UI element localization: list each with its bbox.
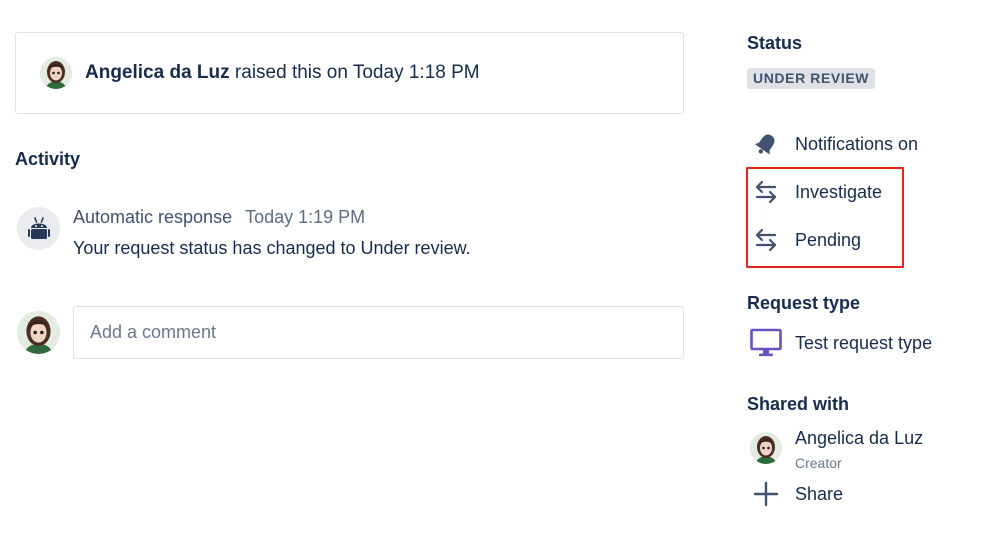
activity-text: Your request status has changed to Under… [73,238,471,258]
request-type: Test request type [750,327,932,359]
reporter-name[interactable]: Angelica da Luz [85,62,230,83]
share-label: Share [795,483,844,504]
shared-with-heading: Shared with [747,394,850,414]
activity-meta: Automatic response Today 1:19 PM [73,207,471,228]
bell-icon [750,128,782,160]
comment-row [17,306,684,359]
notifications-label: Notifications on [795,133,919,154]
pending-label: Pending [795,229,862,250]
shared-person-role: Creator [795,455,842,471]
activity-item: Automatic response Today 1:19 PM Your re… [17,207,677,259]
activity-heading: Activity [15,149,81,169]
transition-arrows-icon [750,176,782,208]
shared-person: Angelica da Luz Creator [750,428,923,471]
notifications-toggle[interactable]: Notifications on [750,128,918,160]
status-badge: UNDER REVIEW [747,68,876,89]
transition-investigate[interactable]: Investigate [750,176,882,208]
request-type-heading: Request type [747,293,861,313]
activity-time[interactable]: Today 1:19 PM [245,207,365,227]
shared-person-avatar [750,432,782,464]
comment-input[interactable] [73,306,684,359]
reporter-line: Angelica da Luz raised this on Today 1:1… [85,62,480,84]
shared-person-name: Angelica da Luz [795,428,924,448]
transition-pending[interactable]: Pending [750,224,861,256]
bot-avatar [17,207,60,250]
robot-icon [27,216,50,239]
investigate-label: Investigate [795,181,883,202]
raised-info: raised this on Today 1:18 PM [234,62,480,83]
transition-arrows-icon [750,224,782,256]
reporter-avatar[interactable] [40,57,72,89]
plus-icon [750,478,782,510]
activity-author: Automatic response [73,207,233,227]
share-button[interactable]: Share [750,478,843,510]
status-heading: Status [747,33,803,53]
current-user-avatar [17,311,60,354]
monitor-icon [750,327,782,359]
reporter-card: Angelica da Luz raised this on Today 1:1… [15,32,684,114]
request-type-label: Test request type [795,332,933,353]
